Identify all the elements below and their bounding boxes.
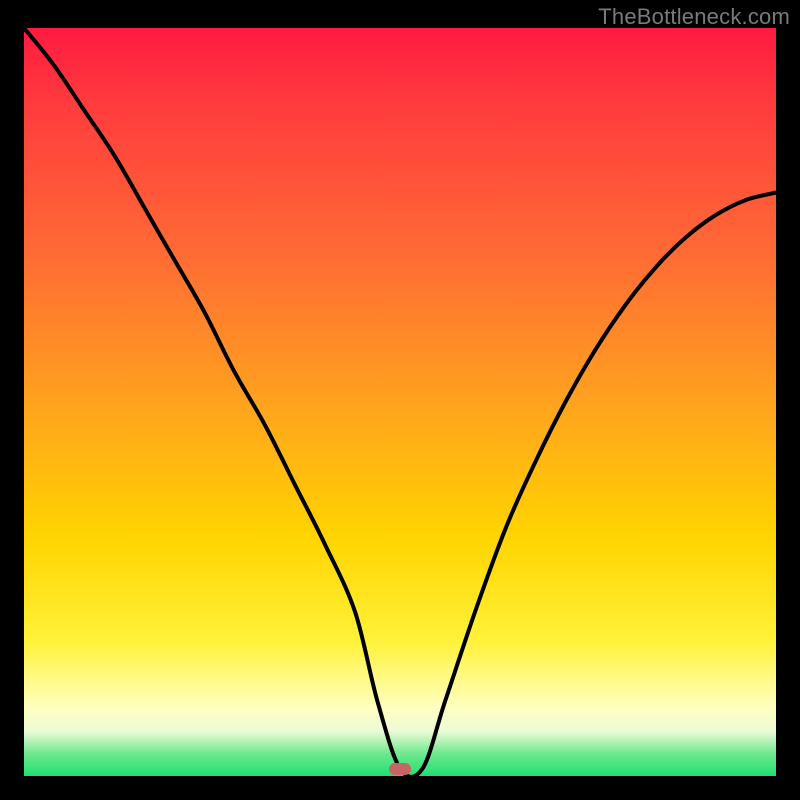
plot-area <box>24 28 776 776</box>
attribution-label: TheBottleneck.com <box>598 4 790 30</box>
optimum-marker <box>389 763 411 775</box>
curve-path <box>24 28 776 776</box>
chart-frame: TheBottleneck.com <box>0 0 800 800</box>
bottleneck-curve <box>24 28 776 776</box>
